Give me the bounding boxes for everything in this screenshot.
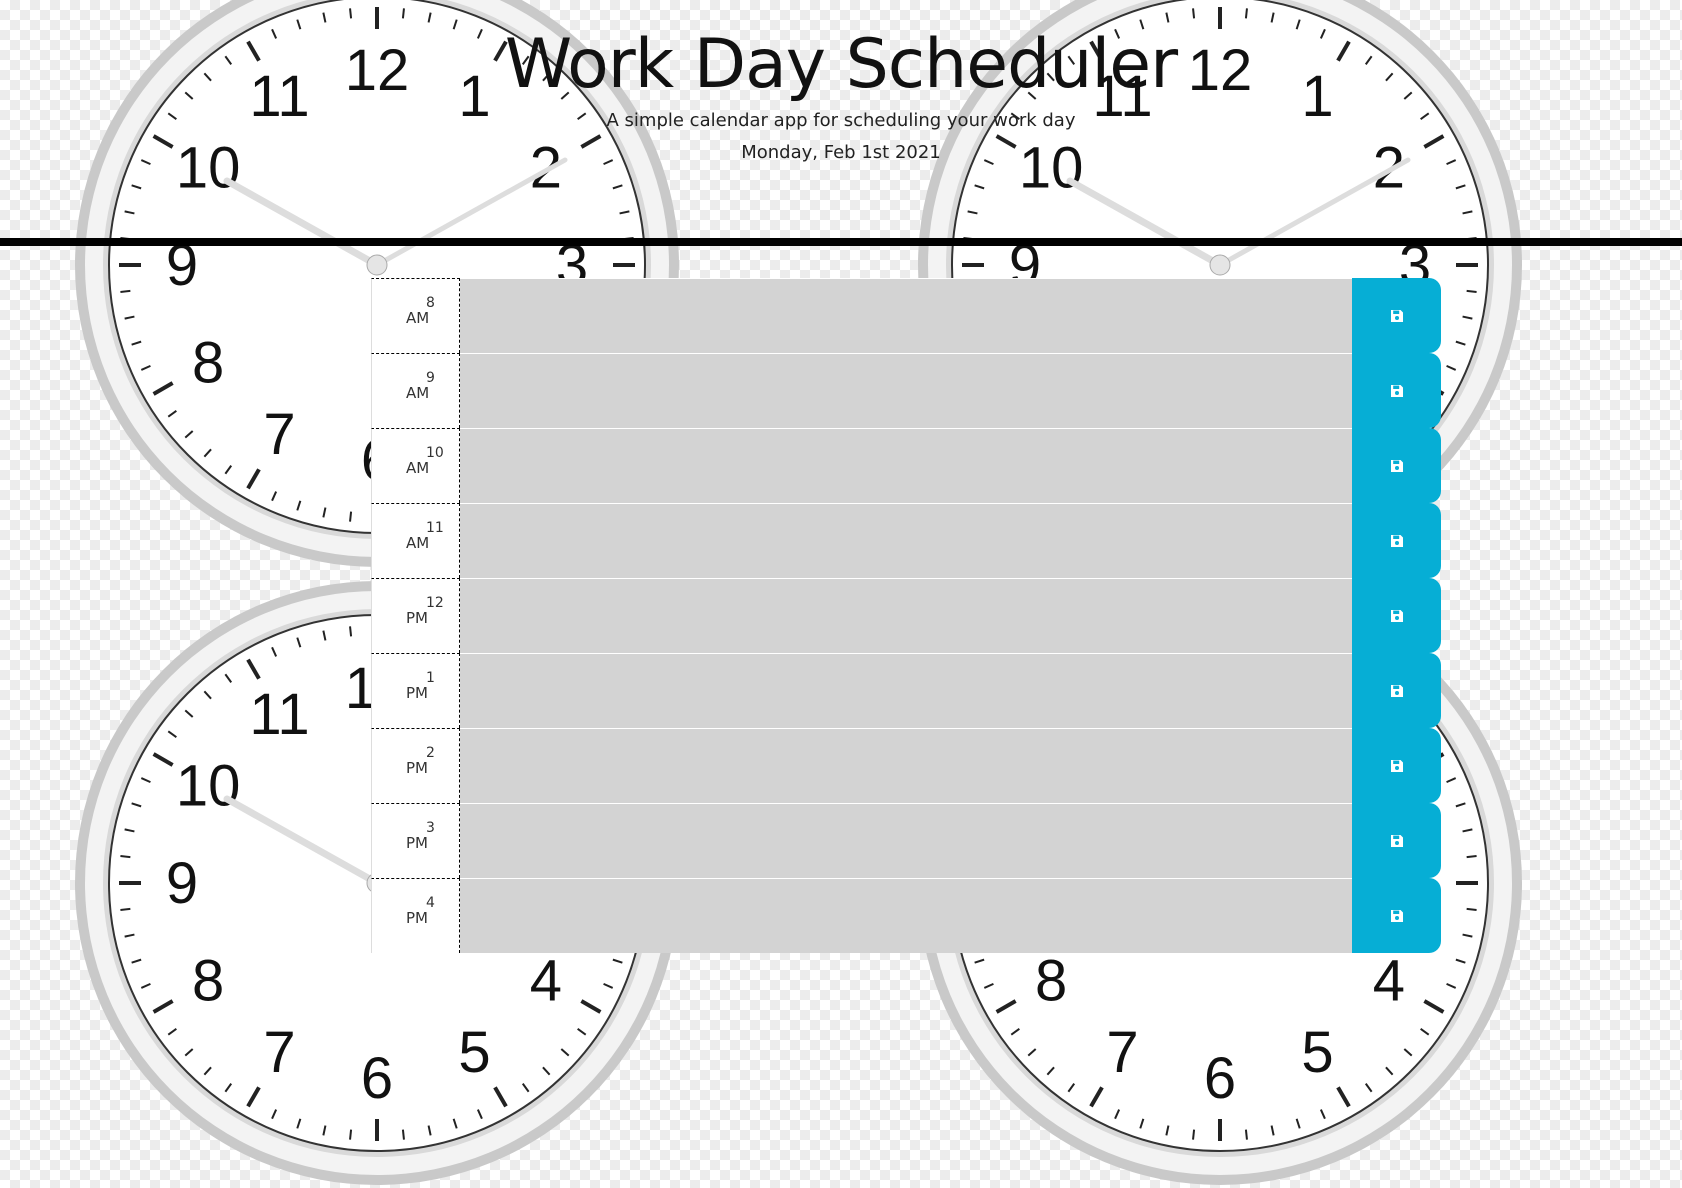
event-textarea[interactable]: [460, 503, 1352, 578]
time-block-row: 3 PM: [371, 803, 1441, 878]
floppy-disk-icon: [1390, 684, 1403, 697]
time-block-row: 4 PM: [371, 878, 1441, 953]
floppy-disk-icon: [1390, 534, 1403, 547]
floppy-disk-icon: [1390, 909, 1403, 922]
save-button[interactable]: [1352, 653, 1441, 728]
save-button[interactable]: [1352, 278, 1441, 353]
current-day: Monday, Feb 1st 2021: [741, 142, 941, 163]
svg-text:6: 6: [1204, 1046, 1236, 1111]
svg-text:7: 7: [1106, 1020, 1138, 1085]
save-button[interactable]: [1352, 728, 1441, 803]
floppy-disk-icon: [1390, 459, 1403, 472]
event-textarea[interactable]: [460, 353, 1352, 428]
svg-text:5: 5: [1301, 1020, 1333, 1085]
schedule-container: 8 AM 9 AM 10 AM 11 AM 12 PM 1 PM 2 PM 3 …: [371, 278, 1441, 953]
svg-text:4: 4: [1373, 949, 1405, 1014]
save-button[interactable]: [1352, 803, 1441, 878]
time-block-row: 10 AM: [371, 428, 1441, 503]
save-button[interactable]: [1352, 503, 1441, 578]
floppy-disk-icon: [1390, 384, 1403, 397]
hour-ampm: PM: [406, 609, 428, 627]
page-subtitle: A simple calendar app for scheduling you…: [606, 110, 1076, 131]
event-textarea[interactable]: [460, 278, 1352, 353]
hour-label: 3 PM: [371, 803, 460, 878]
header-jumbotron: Work Day Scheduler A simple calendar app…: [0, 0, 1682, 245]
event-textarea[interactable]: [460, 578, 1352, 653]
hour-label: 10 AM: [371, 428, 460, 503]
hour-label: 2 PM: [371, 728, 460, 803]
hour-ampm: AM: [406, 534, 430, 552]
save-button[interactable]: [1352, 578, 1441, 653]
svg-text:8: 8: [192, 331, 224, 396]
hour-label: 9 AM: [371, 353, 460, 428]
hour-ampm: AM: [406, 309, 430, 327]
hour-label: 1 PM: [371, 653, 460, 728]
event-textarea[interactable]: [460, 728, 1352, 803]
hour-label: 11 AM: [371, 503, 460, 578]
svg-text:5: 5: [458, 1020, 490, 1085]
svg-text:8: 8: [192, 949, 224, 1014]
time-block-row: 1 PM: [371, 653, 1441, 728]
header-divider: [0, 238, 1682, 246]
svg-text:6: 6: [361, 1046, 393, 1111]
event-textarea[interactable]: [460, 803, 1352, 878]
hour-ampm: PM: [406, 909, 428, 927]
time-block-row: 12 PM: [371, 578, 1441, 653]
hour-ampm: AM: [406, 459, 430, 477]
event-textarea[interactable]: [460, 878, 1352, 953]
time-block-row: 11 AM: [371, 503, 1441, 578]
hour-label: 8 AM: [371, 278, 460, 353]
floppy-disk-icon: [1390, 834, 1403, 847]
hour-ampm: PM: [406, 684, 428, 702]
event-textarea[interactable]: [460, 653, 1352, 728]
svg-text:11: 11: [249, 682, 309, 747]
time-block-row: 8 AM: [371, 278, 1441, 353]
svg-text:8: 8: [1035, 949, 1067, 1014]
floppy-disk-icon: [1390, 609, 1403, 622]
hour-number: 12: [426, 595, 444, 611]
hour-ampm: PM: [406, 834, 428, 852]
floppy-disk-icon: [1390, 759, 1403, 772]
svg-text:4: 4: [530, 949, 562, 1014]
time-block-row: 2 PM: [371, 728, 1441, 803]
svg-text:10: 10: [176, 754, 241, 819]
page-title: Work Day Scheduler: [504, 25, 1178, 104]
svg-text:9: 9: [166, 851, 198, 916]
hour-label: 12 PM: [371, 578, 460, 653]
save-button[interactable]: [1352, 353, 1441, 428]
hour-ampm: AM: [406, 384, 430, 402]
save-button[interactable]: [1352, 878, 1441, 953]
svg-text:7: 7: [263, 402, 295, 467]
time-block-row: 9 AM: [371, 353, 1441, 428]
hour-label: 4 PM: [371, 878, 460, 953]
hour-ampm: PM: [406, 759, 428, 777]
svg-text:7: 7: [263, 1020, 295, 1085]
event-textarea[interactable]: [460, 428, 1352, 503]
floppy-disk-icon: [1390, 309, 1403, 322]
save-button[interactable]: [1352, 428, 1441, 503]
